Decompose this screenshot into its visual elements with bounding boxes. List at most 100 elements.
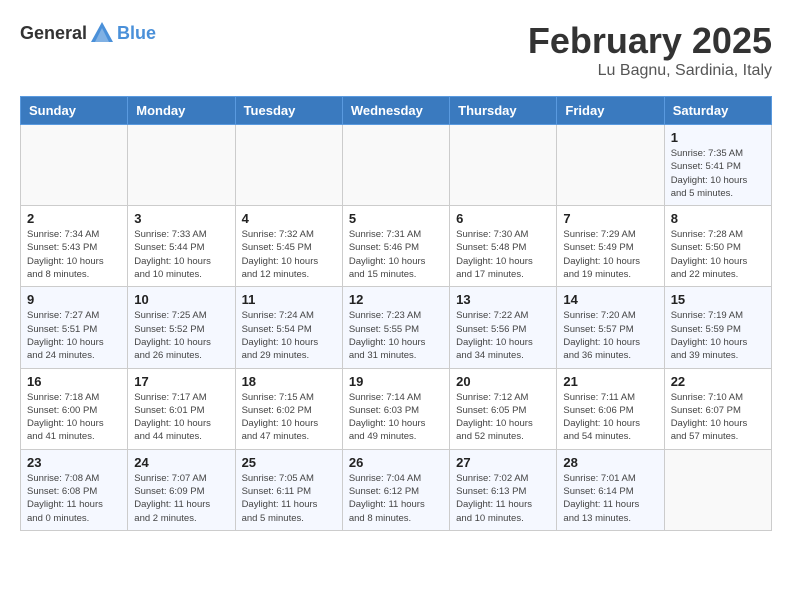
- calendar-cell: 26 Sunrise: 7:04 AM Sunset: 6:12 PM Dayli…: [342, 449, 449, 530]
- day-number: 12: [349, 292, 443, 307]
- day-number: 9: [27, 292, 121, 307]
- calendar-cell: [342, 125, 449, 206]
- day-info: Sunrise: 7:24 AM Sunset: 5:54 PM Dayligh…: [242, 309, 336, 362]
- calendar-cell: 18 Sunrise: 7:15 AM Sunset: 6:02 PM Dayli…: [235, 368, 342, 449]
- logo: General Blue: [20, 20, 156, 46]
- calendar-cell: 28 Sunrise: 7:01 AM Sunset: 6:14 PM Dayli…: [557, 449, 664, 530]
- calendar-header-tuesday: Tuesday: [235, 97, 342, 125]
- calendar-cell: 10 Sunrise: 7:25 AM Sunset: 5:52 PM Dayli…: [128, 287, 235, 368]
- calendar-cell: 16 Sunrise: 7:18 AM Sunset: 6:00 PM Dayli…: [21, 368, 128, 449]
- month-title: February 2025: [528, 20, 772, 62]
- day-number: 4: [242, 211, 336, 226]
- page-header: General Blue February 2025 Lu Bagnu, Sar…: [20, 20, 772, 80]
- calendar-cell: 11Sunrise: 7:24 AM Sunset: 5:54 PM Dayli…: [235, 287, 342, 368]
- day-info: Sunrise: 7:23 AM Sunset: 5:55 PM Dayligh…: [349, 309, 443, 362]
- calendar-cell: [21, 125, 128, 206]
- calendar-cell: 20 Sunrise: 7:12 AM Sunset: 6:05 PM Dayli…: [450, 368, 557, 449]
- calendar-cell: 14 Sunrise: 7:20 AM Sunset: 5:57 PM Dayli…: [557, 287, 664, 368]
- day-number: 18: [242, 374, 336, 389]
- calendar-cell: 15Sunrise: 7:19 AM Sunset: 5:59 PM Dayli…: [664, 287, 771, 368]
- day-info: Sunrise: 7:12 AM Sunset: 6:05 PM Dayligh…: [456, 391, 550, 444]
- calendar-cell: 23 Sunrise: 7:08 AM Sunset: 6:08 PM Dayli…: [21, 449, 128, 530]
- day-info: Sunrise: 7:32 AM Sunset: 5:45 PM Dayligh…: [242, 228, 336, 281]
- day-info: Sunrise: 7:18 AM Sunset: 6:00 PM Dayligh…: [27, 391, 121, 444]
- calendar-cell: 21 Sunrise: 7:11 AM Sunset: 6:06 PM Dayli…: [557, 368, 664, 449]
- calendar-cell: 24 Sunrise: 7:07 AM Sunset: 6:09 PM Dayli…: [128, 449, 235, 530]
- calendar-cell: 17 Sunrise: 7:17 AM Sunset: 6:01 PM Dayli…: [128, 368, 235, 449]
- day-info: Sunrise: 7:30 AM Sunset: 5:48 PM Dayligh…: [456, 228, 550, 281]
- calendar-cell: [450, 125, 557, 206]
- calendar-header-thursday: Thursday: [450, 97, 557, 125]
- day-number: 15: [671, 292, 765, 307]
- calendar-header-row: SundayMondayTuesdayWednesdayThursdayFrid…: [21, 97, 772, 125]
- day-number: 19: [349, 374, 443, 389]
- day-number: 1: [671, 130, 765, 145]
- calendar-cell: 25 Sunrise: 7:05 AM Sunset: 6:11 PM Dayli…: [235, 449, 342, 530]
- day-info: Sunrise: 7:31 AM Sunset: 5:46 PM Dayligh…: [349, 228, 443, 281]
- calendar-table: SundayMondayTuesdayWednesdayThursdayFrid…: [20, 96, 772, 531]
- calendar-cell: 13 Sunrise: 7:22 AM Sunset: 5:56 PM Dayli…: [450, 287, 557, 368]
- day-info: Sunrise: 7:04 AM Sunset: 6:12 PM Dayligh…: [349, 472, 443, 525]
- day-number: 5: [349, 211, 443, 226]
- calendar-cell: [235, 125, 342, 206]
- logo-blue-text: Blue: [117, 23, 156, 44]
- day-number: 10: [134, 292, 228, 307]
- day-info: Sunrise: 7:29 AM Sunset: 5:49 PM Dayligh…: [563, 228, 657, 281]
- day-number: 8: [671, 211, 765, 226]
- day-info: Sunrise: 7:17 AM Sunset: 6:01 PM Dayligh…: [134, 391, 228, 444]
- day-number: 26: [349, 455, 443, 470]
- location-title: Lu Bagnu, Sardinia, Italy: [528, 62, 772, 80]
- day-number: 6: [456, 211, 550, 226]
- week-row-5: 23 Sunrise: 7:08 AM Sunset: 6:08 PM Dayli…: [21, 449, 772, 530]
- week-row-2: 2 Sunrise: 7:34 AM Sunset: 5:43 PM Daylig…: [21, 206, 772, 287]
- day-number: 7: [563, 211, 657, 226]
- day-number: 13: [456, 292, 550, 307]
- day-info: Sunrise: 7:05 AM Sunset: 6:11 PM Dayligh…: [242, 472, 336, 525]
- logo-general-text: General: [20, 23, 87, 44]
- day-number: 21: [563, 374, 657, 389]
- day-info: Sunrise: 7:11 AM Sunset: 6:06 PM Dayligh…: [563, 391, 657, 444]
- calendar-cell: [664, 449, 771, 530]
- calendar-header-wednesday: Wednesday: [342, 97, 449, 125]
- calendar-cell: 22 Sunrise: 7:10 AM Sunset: 6:07 PM Dayli…: [664, 368, 771, 449]
- day-number: 20: [456, 374, 550, 389]
- day-number: 14: [563, 292, 657, 307]
- calendar-cell: 9Sunrise: 7:27 AM Sunset: 5:51 PM Daylig…: [21, 287, 128, 368]
- day-info: Sunrise: 7:15 AM Sunset: 6:02 PM Dayligh…: [242, 391, 336, 444]
- day-info: Sunrise: 7:01 AM Sunset: 6:14 PM Dayligh…: [563, 472, 657, 525]
- day-number: 3: [134, 211, 228, 226]
- calendar-cell: 1 Sunrise: 7:35 AM Sunset: 5:41 PM Daylig…: [664, 125, 771, 206]
- title-block: February 2025 Lu Bagnu, Sardinia, Italy: [528, 20, 772, 80]
- day-info: Sunrise: 7:22 AM Sunset: 5:56 PM Dayligh…: [456, 309, 550, 362]
- day-info: Sunrise: 7:14 AM Sunset: 6:03 PM Dayligh…: [349, 391, 443, 444]
- day-info: Sunrise: 7:07 AM Sunset: 6:09 PM Dayligh…: [134, 472, 228, 525]
- day-info: Sunrise: 7:08 AM Sunset: 6:08 PM Dayligh…: [27, 472, 121, 525]
- calendar-cell: 8 Sunrise: 7:28 AM Sunset: 5:50 PM Daylig…: [664, 206, 771, 287]
- calendar-cell: 4 Sunrise: 7:32 AM Sunset: 5:45 PM Daylig…: [235, 206, 342, 287]
- calendar-header-saturday: Saturday: [664, 97, 771, 125]
- day-number: 2: [27, 211, 121, 226]
- day-number: 22: [671, 374, 765, 389]
- day-number: 23: [27, 455, 121, 470]
- day-info: Sunrise: 7:34 AM Sunset: 5:43 PM Dayligh…: [27, 228, 121, 281]
- day-number: 24: [134, 455, 228, 470]
- day-info: Sunrise: 7:28 AM Sunset: 5:50 PM Dayligh…: [671, 228, 765, 281]
- calendar-header-monday: Monday: [128, 97, 235, 125]
- day-number: 27: [456, 455, 550, 470]
- day-number: 25: [242, 455, 336, 470]
- day-info: Sunrise: 7:10 AM Sunset: 6:07 PM Dayligh…: [671, 391, 765, 444]
- day-number: 28: [563, 455, 657, 470]
- day-info: Sunrise: 7:02 AM Sunset: 6:13 PM Dayligh…: [456, 472, 550, 525]
- day-info: Sunrise: 7:35 AM Sunset: 5:41 PM Dayligh…: [671, 147, 765, 200]
- calendar-cell: [128, 125, 235, 206]
- calendar-cell: 12 Sunrise: 7:23 AM Sunset: 5:55 PM Dayli…: [342, 287, 449, 368]
- day-info: Sunrise: 7:20 AM Sunset: 5:57 PM Dayligh…: [563, 309, 657, 362]
- calendar-cell: 19 Sunrise: 7:14 AM Sunset: 6:03 PM Dayli…: [342, 368, 449, 449]
- day-info: Sunrise: 7:33 AM Sunset: 5:44 PM Dayligh…: [134, 228, 228, 281]
- day-number: 16: [27, 374, 121, 389]
- day-info: Sunrise: 7:25 AM Sunset: 5:52 PM Dayligh…: [134, 309, 228, 362]
- calendar-cell: 6 Sunrise: 7:30 AM Sunset: 5:48 PM Daylig…: [450, 206, 557, 287]
- day-number: 17: [134, 374, 228, 389]
- calendar-cell: 5 Sunrise: 7:31 AM Sunset: 5:46 PM Daylig…: [342, 206, 449, 287]
- calendar-cell: 7 Sunrise: 7:29 AM Sunset: 5:49 PM Daylig…: [557, 206, 664, 287]
